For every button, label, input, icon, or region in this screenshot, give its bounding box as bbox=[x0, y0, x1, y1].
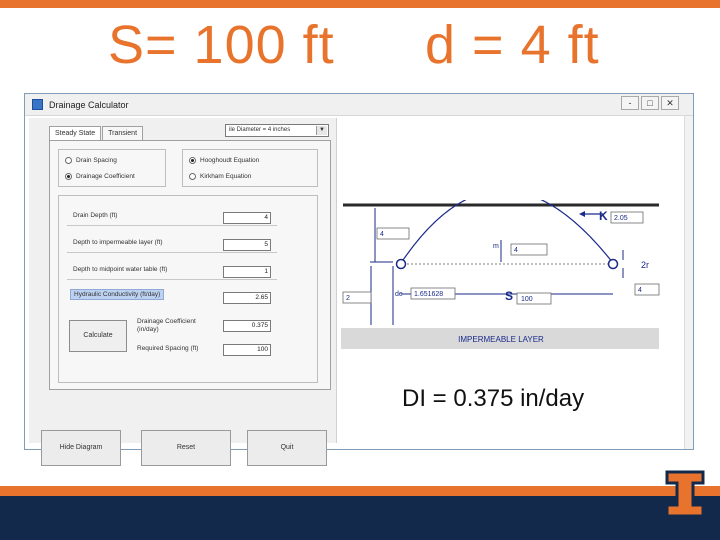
drainage-diagram: IMPERMEABLE LAYER K 2.05 4 m 4 2r 4 2 de… bbox=[341, 200, 681, 352]
required-spacing-label: Required Spacing (ft) bbox=[137, 345, 199, 352]
r-label: 2r bbox=[641, 260, 649, 270]
radio-label: Drainage Coefficient bbox=[76, 173, 135, 180]
radio-indicator bbox=[189, 173, 196, 180]
window-scrollbar[interactable] bbox=[684, 116, 693, 449]
drainage-intensity-result: DI = 0.375 in/day bbox=[402, 385, 585, 412]
s-value: 100 bbox=[521, 296, 533, 303]
footer-accent-band bbox=[0, 486, 720, 496]
de-value: 1.651628 bbox=[414, 291, 443, 298]
calculate-button[interactable]: Calculate bbox=[69, 320, 127, 352]
midpoint-water-table-input[interactable]: 1 bbox=[223, 266, 271, 278]
radio-indicator-selected bbox=[189, 157, 196, 164]
calculator-panel: Steady State Transient ile Diameter = 4 … bbox=[29, 118, 337, 466]
radio-indicator-selected bbox=[65, 173, 72, 180]
radio-kirkham[interactable]: Kirkham Equation bbox=[189, 173, 251, 180]
slide-title-depth: d = 4 ft bbox=[425, 15, 600, 75]
block-i-logo-icon bbox=[665, 470, 705, 518]
mode-group: Drain Spacing Drainage Coefficient bbox=[58, 149, 166, 187]
top-accent-band bbox=[0, 0, 720, 8]
impermeable-depth-input[interactable]: 5 bbox=[223, 239, 271, 251]
steady-state-panel: Drain Spacing Drainage Coefficient Hoogh… bbox=[49, 140, 331, 390]
equation-group: Hooghoudt Equation Kirkham Equation bbox=[182, 149, 318, 187]
chevron-down-icon[interactable]: ▼ bbox=[316, 126, 327, 135]
drainage-diagram-svg: IMPERMEABLE LAYER K 2.05 4 m 4 2r 4 2 de… bbox=[341, 200, 681, 352]
impermeable-layer-label: IMPERMEABLE LAYER bbox=[458, 335, 544, 344]
de-label: de bbox=[395, 291, 403, 298]
field-label-highlighted: Hydraulic Conductivity (ft/day) bbox=[70, 289, 165, 300]
drain-depth-input[interactable]: 4 bbox=[223, 212, 271, 224]
minimize-button[interactable]: - bbox=[621, 96, 639, 110]
pipe-diameter-select[interactable]: ile Diameter = 4 inches ▼ bbox=[225, 124, 329, 137]
right-value: 4 bbox=[638, 287, 642, 294]
drainage-coefficient-output: 0.375 bbox=[223, 320, 271, 332]
pipe-diameter-value: ile Diameter = 4 inches bbox=[229, 127, 291, 133]
drainage-calculator-window: Drainage Calculator - □ ✕ Steady State T… bbox=[24, 93, 694, 466]
d-value: 2 bbox=[346, 295, 350, 302]
k-label: K bbox=[599, 209, 608, 223]
window-title: Drainage Calculator bbox=[49, 100, 129, 110]
required-spacing-output: 100 bbox=[223, 344, 271, 356]
drainage-coefficient-label-line1: Drainage Coefficient bbox=[137, 318, 196, 325]
close-button[interactable]: ✕ bbox=[661, 96, 679, 110]
hydraulic-conductivity-input[interactable]: 2.65 bbox=[223, 292, 271, 304]
radio-label: Kirkham Equation bbox=[200, 173, 252, 180]
tab-strip: Steady State Transient bbox=[49, 126, 144, 140]
quit-button[interactable]: Quit bbox=[247, 430, 327, 466]
app-icon bbox=[32, 99, 43, 110]
tab-transient[interactable]: Transient bbox=[102, 126, 144, 140]
slide-title-spacing: S= 100 ft bbox=[108, 15, 335, 75]
radio-label: Drain Spacing bbox=[76, 157, 117, 164]
field-label: Drain Depth (ft) bbox=[73, 212, 118, 219]
footer-navy-band bbox=[0, 496, 720, 540]
tab-steady-state[interactable]: Steady State bbox=[49, 126, 102, 140]
reset-button[interactable]: Reset bbox=[141, 430, 231, 466]
k-value: 2.05 bbox=[614, 215, 628, 222]
inputs-group: Drain Depth (ft) 4 Depth to impermeable … bbox=[58, 195, 318, 383]
radio-indicator bbox=[65, 157, 72, 164]
maximize-button[interactable]: □ bbox=[641, 96, 659, 110]
radio-label: Hooghoudt Equation bbox=[200, 157, 260, 164]
m-label: m bbox=[493, 243, 499, 250]
field-label: Depth to impermeable layer (ft) bbox=[73, 239, 163, 246]
hide-diagram-button[interactable]: Hide Diagram bbox=[41, 430, 121, 466]
drainage-coefficient-label-line2: (in/day) bbox=[137, 326, 159, 333]
s-label: S bbox=[505, 289, 513, 303]
left-drain-icon bbox=[395, 258, 407, 270]
right-drain-icon bbox=[607, 258, 619, 270]
field-label: Depth to midpoint water table (ft) bbox=[73, 266, 168, 273]
radio-hooghoudt[interactable]: Hooghoudt Equation bbox=[189, 157, 259, 164]
radio-drain-spacing[interactable]: Drain Spacing bbox=[65, 157, 117, 164]
radio-drainage-coefficient[interactable]: Drainage Coefficient bbox=[65, 173, 135, 180]
window-titlebar: Drainage Calculator - □ ✕ bbox=[25, 94, 693, 116]
m-value: 4 bbox=[514, 247, 518, 254]
h-value: 4 bbox=[380, 231, 384, 238]
